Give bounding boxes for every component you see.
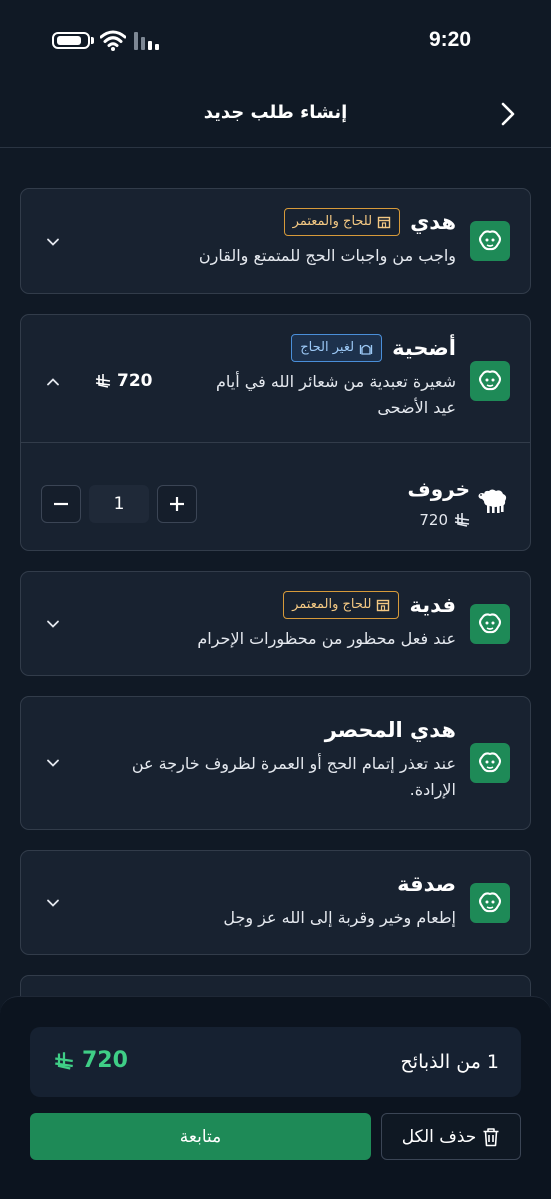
card-description: عند تعذر إتمام الحج أو العمرة لظروف خارج… bbox=[41, 751, 456, 803]
battery-tip bbox=[91, 37, 94, 44]
chevron-down-icon[interactable] bbox=[45, 616, 61, 632]
product-card-hady[interactable]: هدي للحاج والمعتمر واجب من واجبات الحج ل… bbox=[20, 188, 531, 294]
audience-badge: للحاج والمعتمر bbox=[283, 591, 400, 619]
sacrificial-animal-icon bbox=[470, 221, 510, 261]
card-price-value: 720 bbox=[117, 371, 153, 391]
decrement-button[interactable] bbox=[41, 485, 81, 523]
minus-icon bbox=[54, 502, 68, 506]
order-summary-sheet: 1 من الذبائح 720 متابعة حذف الكل bbox=[0, 996, 551, 1199]
summary-total: 720 bbox=[54, 1048, 128, 1073]
summary-total-value: 720 bbox=[82, 1048, 128, 1073]
continue-button[interactable]: متابعة bbox=[30, 1113, 371, 1160]
badge-label: لغير الحاج bbox=[300, 340, 355, 355]
battery-icon bbox=[52, 32, 90, 49]
chevron-down-icon[interactable] bbox=[45, 755, 61, 771]
page-title: إنشاء طلب جديد bbox=[203, 102, 348, 123]
sheep-icon bbox=[478, 489, 507, 513]
page-header: إنشاء طلب جديد bbox=[0, 80, 551, 148]
wifi-icon bbox=[100, 30, 126, 51]
saudi-riyal-icon bbox=[95, 374, 111, 388]
card-title: هدي المحصر bbox=[324, 718, 456, 742]
status-bar: 9:20 bbox=[0, 0, 551, 80]
card-description: واجب من واجبات الحج للمتمتع والقارن bbox=[198, 246, 456, 265]
card-title: فدية bbox=[409, 593, 456, 617]
quantity-value[interactable]: 1 bbox=[89, 485, 149, 523]
card-description: عند فعل محظور من محظورات الإحرام bbox=[197, 629, 456, 648]
signal-icon bbox=[134, 32, 159, 50]
chevron-right-icon bbox=[501, 102, 515, 126]
animal-price-value: 720 bbox=[419, 511, 448, 529]
animal-price: 720 bbox=[419, 511, 470, 529]
delete-all-button[interactable]: حذف الكل bbox=[381, 1113, 521, 1160]
increment-button[interactable] bbox=[157, 485, 197, 523]
card-title: هدي bbox=[410, 210, 456, 234]
trash-icon bbox=[483, 1127, 499, 1146]
audience-badge: لغير الحاج bbox=[291, 334, 383, 362]
animal-name: خروف bbox=[407, 477, 470, 501]
saudi-riyal-icon bbox=[55, 1051, 73, 1070]
summary-count: 1 من الذبائح bbox=[400, 1051, 499, 1073]
summary-box: 1 من الذبائح 720 bbox=[30, 1027, 521, 1097]
card-description: إطعام وخير وقربة إلى الله عز وجل bbox=[223, 908, 456, 927]
card-description-line: عيد الأضحى bbox=[377, 398, 456, 417]
chevron-up-icon[interactable] bbox=[45, 374, 61, 390]
sacrificial-animal-icon bbox=[470, 883, 510, 923]
badge-label: للحاج والمعتمر bbox=[292, 214, 373, 229]
card-description-line: عند تعذر إتمام الحج أو العمرة لظروف خارج… bbox=[131, 754, 456, 773]
chevron-down-icon[interactable] bbox=[45, 234, 61, 250]
card-title: صدقة bbox=[397, 872, 456, 896]
product-card-fidya[interactable]: فدية للحاج والمعتمر عند فعل محظور من محظ… bbox=[20, 571, 531, 676]
kaaba-icon bbox=[377, 216, 391, 229]
badge-label: للحاج والمعتمر bbox=[292, 597, 372, 612]
delete-all-label: حذف الكل bbox=[401, 1126, 477, 1147]
clock: 9:20 bbox=[428, 28, 471, 51]
animal-option-row: خروف 720 1 bbox=[21, 443, 530, 551]
sacrificial-animal-icon bbox=[470, 361, 510, 401]
product-card-sadaqa[interactable]: صدقة إطعام وخير وقربة إلى الله عز وجل bbox=[20, 850, 531, 955]
back-button[interactable] bbox=[492, 98, 524, 130]
chevron-down-icon[interactable] bbox=[45, 895, 61, 911]
product-card-udhiya[interactable]: أضحية لغير الحاج شعيرة تعبدية من شعائر ا… bbox=[20, 314, 531, 551]
card-description-line: شعيرة تعبدية من شعائر الله في أيام bbox=[216, 372, 456, 391]
sacrificial-animal-icon bbox=[470, 604, 510, 644]
card-title: أضحية bbox=[392, 336, 456, 360]
saudi-riyal-icon bbox=[454, 513, 470, 527]
sacrificial-animal-icon bbox=[470, 743, 510, 783]
plus-icon bbox=[170, 497, 184, 511]
card-price: 720 bbox=[95, 371, 153, 391]
audience-badge: للحاج والمعتمر bbox=[283, 208, 401, 236]
kaaba-icon bbox=[377, 599, 390, 612]
mosque-icon bbox=[359, 344, 373, 355]
card-description-line: الإرادة. bbox=[409, 780, 456, 799]
quantity-stepper: 1 bbox=[41, 485, 197, 523]
product-card-hady-muhsar[interactable]: هدي المحصر عند تعذر إتمام الحج أو العمرة… bbox=[20, 696, 531, 830]
